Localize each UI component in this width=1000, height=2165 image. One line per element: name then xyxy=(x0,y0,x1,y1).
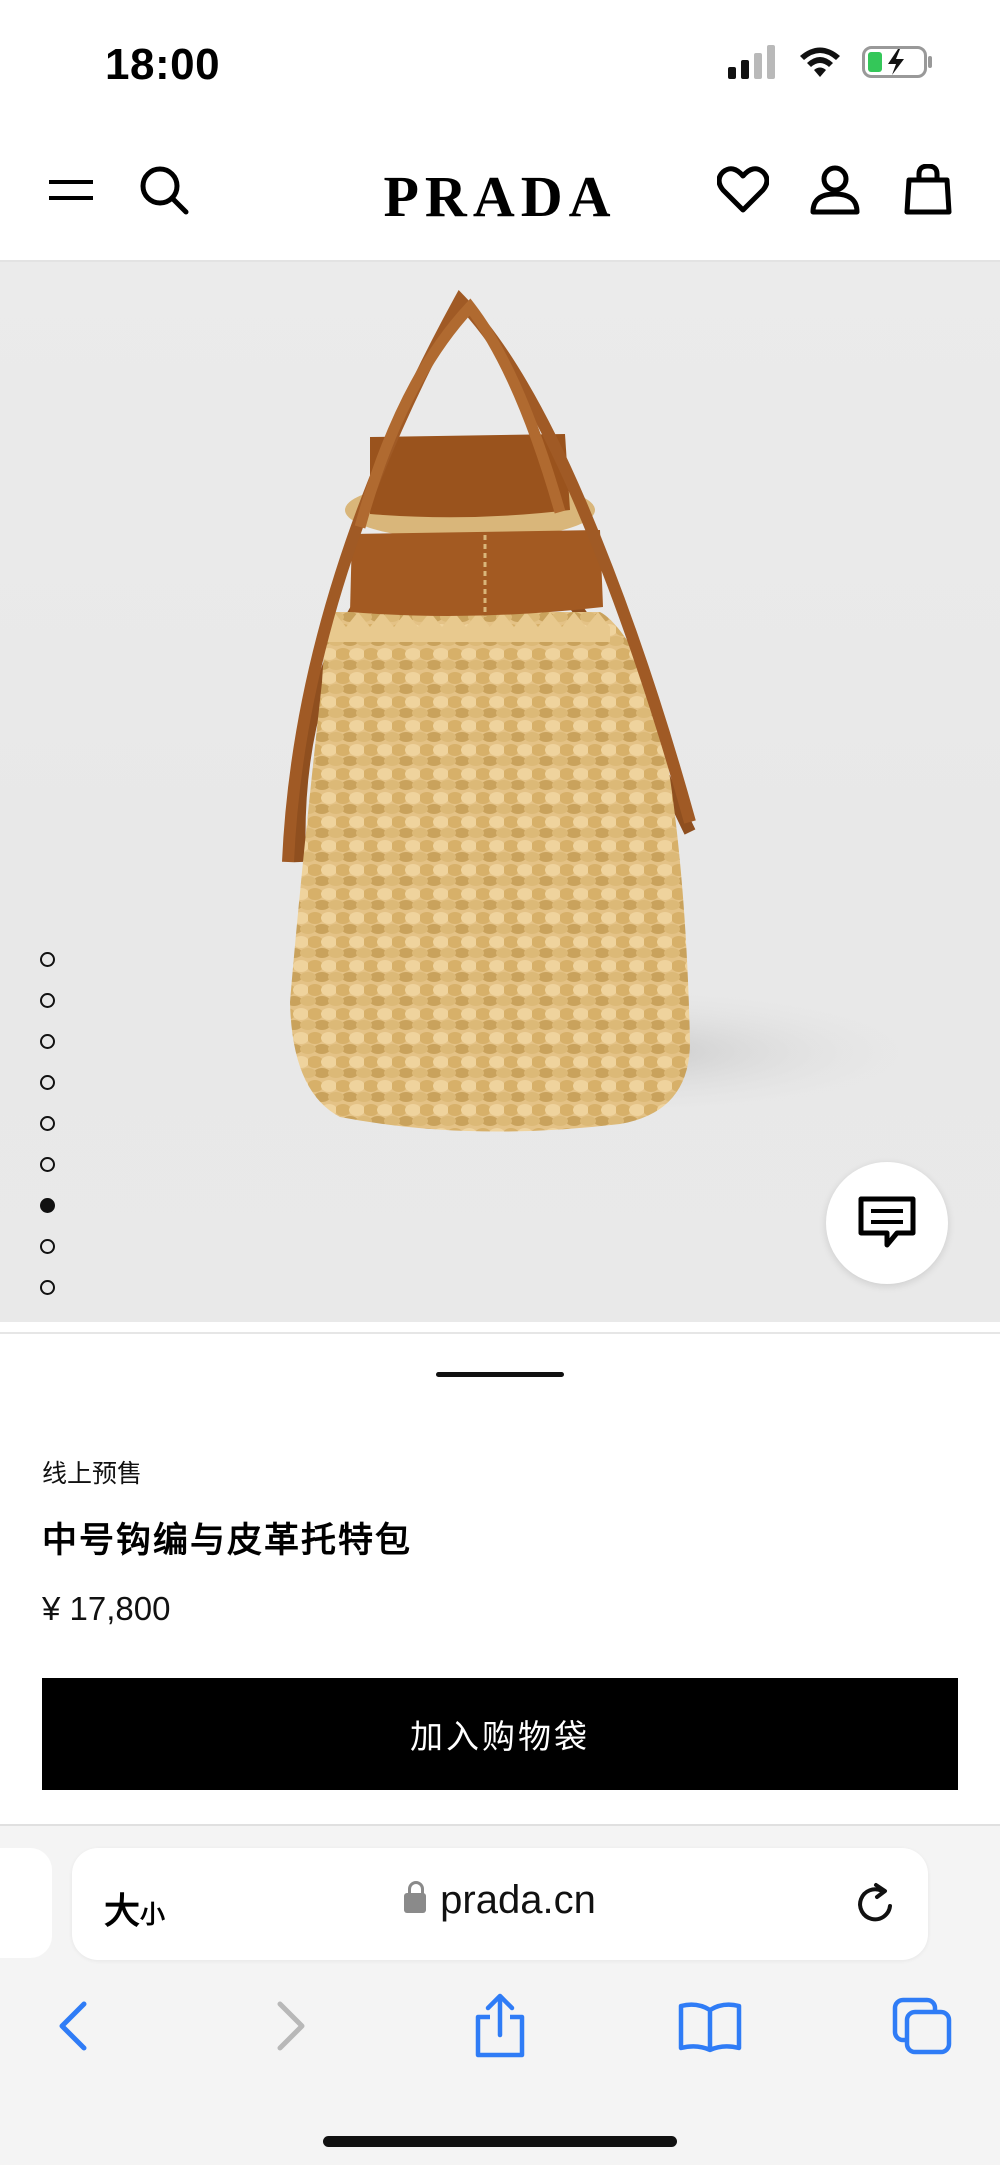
wifi-icon xyxy=(800,47,840,77)
back-icon[interactable] xyxy=(34,1986,114,2066)
lock-icon xyxy=(404,1881,427,1913)
carousel-dot[interactable] xyxy=(40,1034,55,1049)
status-bar: 18:00 xyxy=(0,0,1000,130)
forward-icon[interactable] xyxy=(250,1986,330,2066)
address-bar[interactable]: 大小 prada.cn xyxy=(72,1848,928,1960)
carousel-dot[interactable] xyxy=(40,1280,55,1295)
shopping-bag-icon[interactable] xyxy=(898,160,958,220)
carousel-dot[interactable] xyxy=(40,1116,55,1131)
chat-icon xyxy=(858,1196,916,1248)
product-image-carousel[interactable] xyxy=(0,262,1000,1322)
url-text: prada.cn xyxy=(440,1878,596,1922)
previous-tab-preview[interactable] xyxy=(0,1848,52,1958)
carousel-dot[interactable] xyxy=(40,952,55,967)
tabs-icon[interactable] xyxy=(882,1986,962,2066)
carousel-dot[interactable] xyxy=(40,1157,55,1172)
product-name: 中号钩编与皮革托特包 xyxy=(42,1521,413,1561)
battery-charging-icon xyxy=(862,46,932,78)
carousel-dot-active[interactable] xyxy=(40,1198,55,1213)
site-header: PRADA xyxy=(0,130,1000,262)
heart-icon[interactable] xyxy=(713,160,773,220)
home-indicator[interactable] xyxy=(323,2136,677,2147)
product-info-sheet: 线上预售 中号钩编与皮革托特包 ¥ 17,800 加入购物袋 xyxy=(0,1336,1000,1826)
carousel-indicator xyxy=(40,952,55,1295)
url-display[interactable]: prada.cn xyxy=(72,1878,928,1923)
reload-icon[interactable] xyxy=(854,1882,898,1931)
carousel-dot[interactable] xyxy=(40,1239,55,1254)
cellular-signal-icon xyxy=(728,45,775,79)
carousel-dot[interactable] xyxy=(40,993,55,1008)
status-icons xyxy=(728,44,934,80)
carousel-dot[interactable] xyxy=(40,1075,55,1090)
product-price: ¥ 17,800 xyxy=(42,1590,171,1627)
add-to-bag-button[interactable]: 加入购物袋 xyxy=(42,1678,958,1790)
preorder-tag: 线上预售 xyxy=(42,1459,143,1488)
share-icon[interactable] xyxy=(460,1986,540,2066)
sheet-drag-handle[interactable] xyxy=(436,1372,564,1377)
status-time: 18:00 xyxy=(105,40,221,89)
user-icon[interactable] xyxy=(805,160,865,220)
bookmarks-icon[interactable] xyxy=(670,1986,750,2066)
sheet-divider xyxy=(0,1322,1000,1334)
chat-button[interactable] xyxy=(826,1162,948,1284)
product-image xyxy=(282,289,950,1132)
browser-bottom-bar: 大小 prada.cn xyxy=(0,1824,1000,2165)
